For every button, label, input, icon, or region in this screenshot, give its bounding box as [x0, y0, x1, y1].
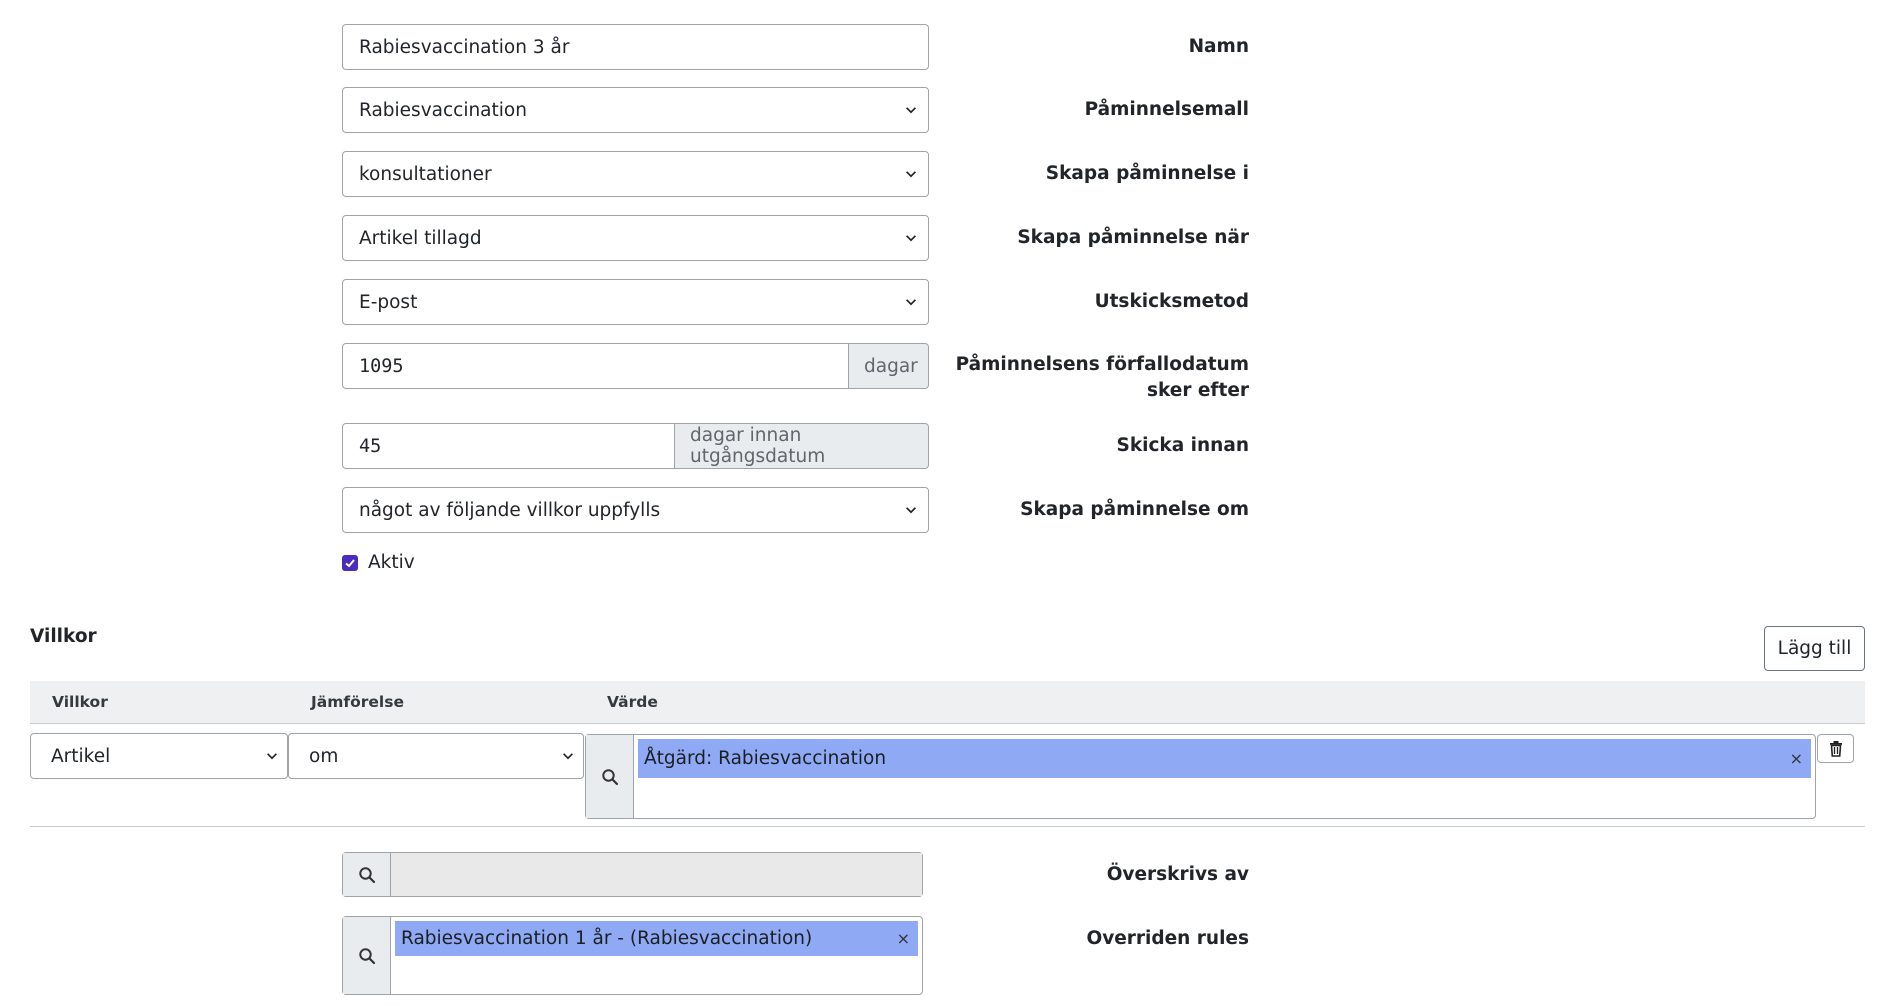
chevron-down-icon	[906, 171, 916, 178]
due-after-label-line2: sker efter	[1146, 380, 1249, 401]
chevron-down-icon	[906, 235, 916, 242]
due-after-label: Påminnelsens förfallodatum sker efter	[949, 352, 1249, 404]
template-label: Påminnelsemall	[1084, 99, 1249, 120]
create-in-select-value: konsultationer	[359, 163, 492, 185]
trash-icon	[1829, 741, 1842, 757]
overwritten-by-field[interactable]	[342, 852, 923, 897]
create-when-select-value: Artikel tillagd	[359, 227, 482, 249]
due-after-unit: dagar	[849, 343, 929, 389]
overridden-rules-label: Overriden rules	[1086, 928, 1249, 949]
create-in-select[interactable]: konsultationer	[342, 151, 929, 197]
search-icon	[358, 866, 375, 883]
header-value: Värde	[607, 693, 658, 711]
name-input[interactable]: Rabiesvaccination 3 år	[342, 24, 929, 70]
overwritten-by-input[interactable]	[391, 853, 922, 896]
send-method-select[interactable]: E-post	[342, 279, 929, 325]
due-after-input[interactable]: 1095	[342, 343, 849, 389]
value-multiselect[interactable]: Åtgärd: Rabiesvaccination ×	[585, 734, 1816, 819]
value-tag: Åtgärd: Rabiesvaccination ×	[638, 739, 1811, 778]
template-select[interactable]: Rabiesvaccination	[342, 87, 929, 133]
due-after-group: 1095 dagar	[342, 343, 929, 389]
overridden-rules-search-button[interactable]	[343, 917, 391, 994]
add-condition-button[interactable]: Lägg till	[1764, 626, 1865, 671]
due-after-label-line1: Påminnelsens förfallodatum	[955, 354, 1249, 375]
active-label: Aktiv	[368, 552, 415, 573]
chevron-down-icon	[906, 299, 916, 306]
create-when-label: Skapa påminnelse när	[1017, 227, 1249, 248]
search-icon	[358, 947, 375, 964]
create-in-label: Skapa påminnelse i	[1045, 163, 1249, 184]
create-if-select[interactable]: något av följande villkor uppfylls	[342, 487, 929, 533]
value-tag-label: Åtgärd: Rabiesvaccination	[644, 748, 887, 769]
comparison-select[interactable]: om	[288, 733, 584, 779]
remove-tag-icon[interactable]: ×	[1790, 749, 1803, 768]
template-select-value: Rabiesvaccination	[359, 99, 527, 121]
overwritten-by-search-button[interactable]	[343, 853, 391, 896]
delete-condition-button[interactable]	[1817, 734, 1854, 763]
send-method-label: Utskicksmetod	[1094, 291, 1249, 312]
condition-select-value: Artikel	[51, 745, 111, 767]
overridden-rules-field[interactable]: Rabiesvaccination 1 år - (Rabiesvaccinat…	[342, 916, 923, 995]
header-condition: Villkor	[52, 693, 108, 711]
send-before-unit: dagar innan utgångsdatum	[675, 423, 929, 469]
active-checkbox-row: Aktiv	[342, 552, 415, 573]
value-tags: Åtgärd: Rabiesvaccination ×	[634, 735, 1815, 818]
comparison-select-value: om	[309, 745, 339, 767]
send-before-input[interactable]: 45	[342, 423, 675, 469]
create-if-select-value: något av följande villkor uppfylls	[359, 499, 661, 521]
check-icon	[345, 558, 355, 567]
create-if-label: Skapa påminnelse om	[1020, 499, 1249, 520]
chevron-down-icon	[563, 753, 573, 760]
chevron-down-icon	[267, 753, 277, 760]
send-before-group: 45 dagar innan utgångsdatum	[342, 423, 929, 469]
remove-tag-icon[interactable]: ×	[897, 929, 910, 948]
conditions-table-header: Villkor Jämförelse Värde	[30, 681, 1865, 724]
overridden-rule-tag: Rabiesvaccination 1 år - (Rabiesvaccinat…	[395, 921, 918, 956]
active-checkbox[interactable]	[342, 554, 358, 571]
search-icon	[601, 768, 618, 785]
send-method-select-value: E-post	[359, 291, 418, 313]
name-label: Namn	[1188, 36, 1249, 57]
overridden-rules-tags: Rabiesvaccination 1 år - (Rabiesvaccinat…	[391, 917, 922, 994]
send-before-label: Skicka innan	[1116, 435, 1250, 456]
overridden-rule-tag-label: Rabiesvaccination 1 år - (Rabiesvaccinat…	[401, 928, 813, 949]
conditions-title: Villkor	[30, 626, 97, 647]
value-search-button[interactable]	[586, 735, 634, 818]
create-when-select[interactable]: Artikel tillagd	[342, 215, 929, 261]
chevron-down-icon	[906, 507, 916, 514]
section-divider	[30, 826, 1865, 827]
condition-select[interactable]: Artikel	[30, 733, 288, 779]
chevron-down-icon	[906, 107, 916, 114]
header-comparison: Jämförelse	[311, 693, 404, 711]
overwritten-by-label: Överskrivs av	[1106, 864, 1249, 885]
